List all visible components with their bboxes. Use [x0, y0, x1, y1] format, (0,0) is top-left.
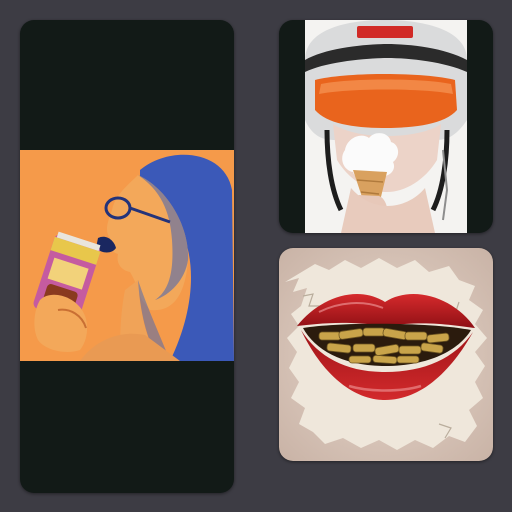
- photo-lips-bullets: [279, 248, 493, 461]
- photo-helmet-ice-cream-image: [305, 20, 467, 233]
- gallery-tile-helmet-ice-cream[interactable]: [279, 20, 493, 233]
- gallery-tile-woman-eating-can[interactable]: [20, 20, 234, 493]
- photo-lips-bullets-image: [279, 248, 493, 461]
- photo-helmet-ice-cream: [305, 20, 467, 233]
- photo-woman-biting-can: [20, 150, 234, 361]
- photo-woman-biting-can-image: [20, 150, 234, 361]
- gallery-tile-lips-bullets[interactable]: [279, 248, 493, 461]
